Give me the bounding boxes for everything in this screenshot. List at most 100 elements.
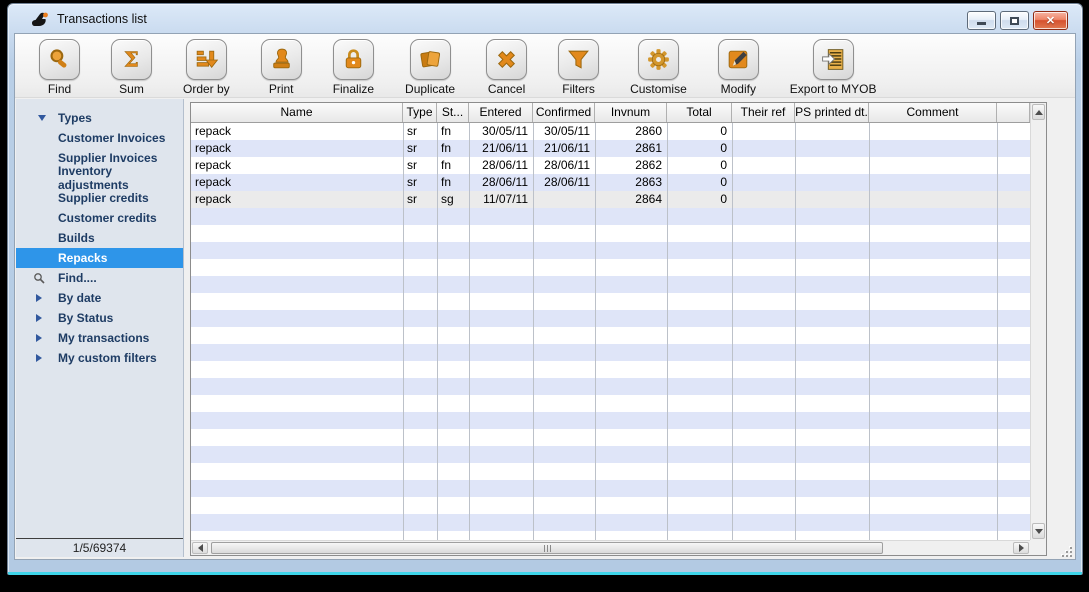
customise-button[interactable]: Customise [630,39,687,97]
scroll-left-button[interactable] [192,542,208,554]
toolbar-label: Customise [630,82,687,96]
maximize-icon [1010,17,1019,25]
collapsed-arrow-icon[interactable] [36,314,42,322]
arrow-down-icon [1035,529,1043,534]
table-row[interactable]: repack sr fn 28/06/11 28/06/11 2863 0 [191,174,1030,191]
sidebar-item-customer-credits[interactable]: Customer credits [16,208,183,228]
svg-text:Σ: Σ [124,47,139,71]
toolbar-label: Cancel [488,82,525,96]
sidebar-item-types[interactable]: Types [16,108,183,128]
sidebar: Types Customer Invoices Supplier Invoice… [16,99,184,557]
filters-button[interactable]: Filters [558,39,599,97]
find-button[interactable]: Find [39,39,80,97]
sigma-icon: Σ [118,46,145,73]
maximize-button[interactable] [1000,11,1029,30]
sidebar-item-my-custom-filters[interactable]: My custom filters [16,348,183,368]
sidebar-item-my-transactions[interactable]: My transactions [16,328,183,348]
scroll-down-button[interactable] [1032,523,1045,539]
column-header-name[interactable]: Name [191,103,403,122]
column-header-invnum[interactable]: Invnum [595,103,667,122]
modify-button[interactable]: Modify [718,39,759,97]
arrow-up-icon [1035,110,1043,115]
table-body: repack sr fn 30/05/11 30/05/11 2860 0 re… [191,123,1030,540]
window-content: Find Σ Sum Order by [14,33,1076,560]
x-cross-icon [493,46,520,73]
titlebar[interactable]: Transactions list ✕ [8,4,1082,33]
order-by-button[interactable]: Order by [183,39,230,97]
scroll-right-button[interactable] [1013,542,1029,554]
column-header-blank[interactable] [997,103,1030,122]
print-button[interactable]: Print [261,39,302,97]
toolbar-label: Export to MYOB [790,82,877,96]
column-header-ps-printed[interactable]: PS printed dt. [795,103,869,122]
sum-button[interactable]: Σ Sum [111,39,152,97]
toolbar-label: Filters [562,82,595,96]
app-logo-icon [30,10,50,28]
toolbar-label: Duplicate [405,82,455,96]
toolbar-label: Order by [183,82,230,96]
app-window: Transactions list ✕ Find Σ Sum [7,3,1083,575]
table-row[interactable]: repack sr fn 28/06/11 28/06/11 2862 0 [191,157,1030,174]
column-header-comment[interactable]: Comment [869,103,997,122]
toolbar-label: Print [269,82,294,96]
sidebar-item-by-date[interactable]: By date [16,288,183,308]
column-header-entered[interactable]: Entered [469,103,533,122]
scrollbar-corner [1030,540,1046,555]
expanded-arrow-icon[interactable] [38,115,46,121]
minimize-icon [977,22,986,25]
cancel-button[interactable]: Cancel [486,39,527,97]
horizontal-scrollbar[interactable] [191,540,1030,555]
arrow-right-icon [1019,544,1024,552]
toolbar-label: Finalize [333,82,374,96]
window-title: Transactions list [57,12,147,26]
sidebar-item-find[interactable]: Find.... [16,268,183,288]
collapsed-arrow-icon[interactable] [36,334,42,342]
sidebar-item-by-status[interactable]: By Status [16,308,183,328]
copy-pages-icon [417,46,444,73]
table-header: Name Type St... Entered Confirmed Invnum… [191,103,1030,123]
export-to-myob-button[interactable]: Export to MYOB [790,39,877,97]
minimize-button[interactable] [967,11,996,30]
toolbar-label: Modify [721,82,756,96]
pencil-icon [725,46,752,73]
column-header-type[interactable]: Type [403,103,437,122]
vertical-scrollbar[interactable] [1030,103,1046,540]
empty-rows-area [191,208,1030,540]
magnifier-icon [46,46,73,73]
sidebar-item-builds[interactable]: Builds [16,228,183,248]
close-button[interactable]: ✕ [1033,11,1068,30]
funnel-icon [565,46,592,73]
column-header-confirmed[interactable]: Confirmed [533,103,595,122]
horizontal-scroll-thumb[interactable] [211,542,883,554]
collapsed-arrow-icon[interactable] [36,294,42,302]
sidebar-item-repacks[interactable]: Repacks [16,248,183,268]
table-row[interactable]: repack sr fn 30/05/11 30/05/11 2860 0 [191,123,1030,140]
export-document-icon [820,46,847,73]
sidebar-item-supplier-credits[interactable]: Supplier credits [16,188,183,208]
finalize-button[interactable]: Finalize [333,39,374,97]
table-row[interactable]: repack sr fn 21/06/11 21/06/11 2861 0 [191,140,1030,157]
column-header-their-ref[interactable]: Their ref [732,103,795,122]
scroll-up-button[interactable] [1032,104,1045,120]
search-icon [33,272,46,285]
window-bottom-edge [8,572,1082,575]
table-row[interactable]: repack sr sg 11/07/11 2864 0 [191,191,1030,208]
record-count-status: 1/5/69374 [16,538,183,557]
sidebar-item-inventory-adjustments[interactable]: Inventory adjustments [16,168,183,188]
column-header-status[interactable]: St... [437,103,469,122]
duplicate-button[interactable]: Duplicate [405,39,455,97]
close-icon: ✕ [1046,14,1055,27]
arrow-left-icon [198,544,203,552]
toolbar-label: Find [48,82,71,96]
column-header-total[interactable]: Total [667,103,732,122]
sort-descending-icon [193,46,220,73]
toolbar-label: Sum [119,82,144,96]
resize-grip[interactable] [1060,546,1072,557]
transactions-table: Name Type St... Entered Confirmed Invnum… [190,102,1047,556]
collapsed-arrow-icon[interactable] [36,354,42,362]
sidebar-item-customer-invoices[interactable]: Customer Invoices [16,128,183,148]
stamp-icon [268,46,295,73]
padlock-icon [340,46,367,73]
gear-icon [645,46,672,73]
toolbar: Find Σ Sum Order by [15,34,1075,98]
